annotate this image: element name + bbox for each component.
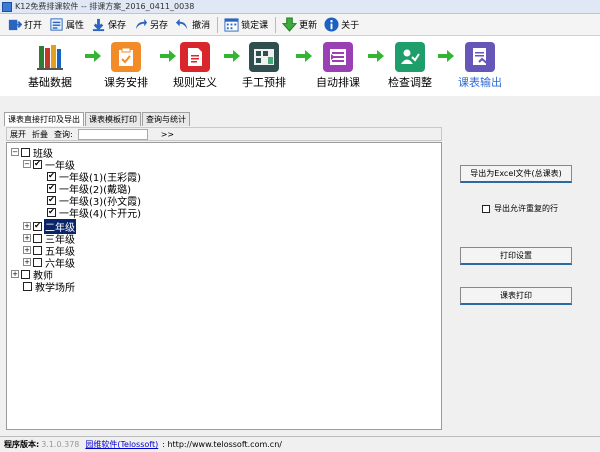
collapse-toggle[interactable]: − — [11, 148, 19, 156]
collapse-all-button[interactable]: 折叠 — [29, 129, 51, 140]
status-bar: 程序版本: 3.1.0.378 园维软件(Telossoft) : http:/… — [0, 436, 600, 452]
checkbox-unchecked[interactable] — [23, 281, 32, 291]
workflow-step-timetable-output[interactable]: 课表输出 — [445, 42, 515, 90]
workflow-step-label: 基础数据 — [28, 76, 72, 89]
undo-button[interactable]: 撤消 — [172, 15, 213, 35]
checkbox-checked[interactable]: ✔ — [33, 159, 42, 169]
save-arrow-icon — [92, 18, 105, 32]
version-label: 程序版本: — [4, 440, 40, 449]
workflow-step-label: 课表输出 — [458, 76, 502, 89]
print-settings-button[interactable]: 打印设置 — [460, 247, 572, 265]
people-check-icon — [395, 42, 425, 72]
toolbar-separator — [217, 16, 219, 33]
app-icon — [2, 1, 12, 12]
tree-node-venues[interactable]: 教学场所 — [23, 280, 76, 294]
tab-template-print[interactable]: 课表模板打印 — [85, 112, 141, 126]
checkbox-checked[interactable]: ✔ — [47, 207, 56, 217]
checkbox-unchecked[interactable] — [482, 204, 490, 213]
checkbox-unchecked[interactable] — [33, 245, 42, 255]
workflow-step-manual-pre[interactable]: 手工预排 — [229, 42, 299, 90]
info-icon — [324, 17, 339, 32]
document-icon — [180, 42, 210, 72]
lock-course-button[interactable]: 锁定课 — [221, 15, 271, 35]
tab-direct-print-export[interactable]: 课表直接打印及导出 — [4, 112, 84, 126]
collapse-toggle[interactable]: − — [23, 160, 31, 168]
update-download-icon — [282, 17, 298, 32]
website-url: : http://www.telossoft.com.cn/ — [162, 440, 282, 449]
version-value: 3.1.0.378 — [41, 440, 80, 449]
save-button[interactable]: 保存 — [88, 15, 129, 35]
auto-schedule-icon — [323, 42, 353, 72]
export-duplicates-option[interactable]: 导出允许重复的行 — [482, 203, 558, 214]
checkbox-checked[interactable]: ✔ — [47, 195, 56, 205]
clipboard-icon — [111, 42, 141, 72]
expand-toggle[interactable]: + — [23, 222, 31, 230]
calendar-lock-icon — [224, 18, 239, 32]
window-title: K12免费排课软件 -- 排课方案_2016_0411_0038 — [15, 2, 195, 11]
expand-toggle[interactable]: + — [23, 246, 31, 254]
checkbox-unchecked[interactable] — [21, 147, 30, 157]
properties-icon — [50, 18, 63, 31]
workflow-step-check-adjust[interactable]: 检查调整 — [375, 42, 445, 90]
export-excel-button[interactable]: 导出为Excel文件(总课表) — [460, 165, 572, 183]
checkbox-checked[interactable]: ✔ — [47, 171, 56, 181]
checkbox-checked[interactable]: ✔ — [47, 183, 56, 193]
title-bar: K12免费排课软件 -- 排课方案_2016_0411_0038 — [0, 0, 600, 14]
search-input[interactable] — [77, 128, 148, 140]
save-as-button[interactable]: 另存 — [130, 15, 171, 35]
print-timetable-button[interactable]: 课表打印 — [460, 287, 572, 305]
toolbar: 打开 属性 保存 另存 撤消 锁定课 更新 关于 — [0, 14, 600, 36]
undo-icon — [176, 18, 188, 30]
checkbox-unchecked[interactable] — [33, 257, 42, 267]
expand-toggle[interactable]: + — [23, 234, 31, 242]
workflow-step-basic-data[interactable]: 基础数据 — [15, 42, 85, 90]
search-label: 查询: — [54, 129, 73, 139]
expand-toggle[interactable]: + — [23, 258, 31, 266]
company-link[interactable]: 园维软件(Telossoft) — [85, 439, 158, 450]
tab-query-statistics[interactable]: 查询与统计 — [142, 112, 190, 126]
workflow-step-label: 检查调整 — [388, 76, 432, 89]
checkbox-checked[interactable]: ✔ — [33, 221, 42, 231]
properties-button[interactable]: 属性 — [46, 15, 87, 35]
save-as-icon — [135, 18, 148, 30]
workflow-step-course-tasks[interactable]: 课务安排 — [91, 42, 161, 90]
expand-all-button[interactable]: 展开 — [7, 129, 29, 140]
expand-toggle[interactable]: + — [11, 270, 19, 278]
more-button[interactable]: >> — [158, 130, 177, 139]
workflow-step-rules[interactable]: 规则定义 — [160, 42, 230, 90]
open-icon — [8, 19, 22, 31]
checkbox-unchecked[interactable] — [33, 233, 42, 243]
workflow-step-label: 自动排课 — [316, 76, 360, 89]
toolbar-separator — [275, 16, 277, 33]
export-panel: 导出为Excel文件(总课表) 导出允许重复的行 打印设置 课表打印 — [446, 142, 596, 430]
checkbox-unchecked[interactable] — [21, 269, 30, 279]
about-button[interactable]: 关于 — [321, 15, 362, 35]
timetable-output-icon — [465, 42, 495, 72]
manual-board-icon — [249, 42, 279, 72]
class-tree[interactable]: − 班级 − ✔ 一年级 ✔ 一年级(1)(王彩霞) ✔ 一年级(2)(戴璐) … — [6, 142, 442, 430]
update-button[interactable]: 更新 — [279, 15, 320, 35]
workflow-step-label: 手工预排 — [242, 76, 286, 89]
books-icon — [35, 42, 65, 72]
tree-toolbar: 展开 折叠 查询: >> — [6, 127, 442, 141]
workflow-step-label: 规则定义 — [173, 76, 217, 89]
tab-strip: 课表直接打印及导出 课表模板打印 查询与统计 — [4, 112, 191, 126]
tree-node-class[interactable]: ✔ 一年级(4)(卞开元) — [47, 206, 142, 220]
workflow-step-label: 课务安排 — [104, 76, 148, 89]
workflow-step-auto-schedule[interactable]: 自动排课 — [303, 42, 373, 90]
open-button[interactable]: 打开 — [4, 15, 45, 35]
workflow-strip: 基础数据 课务安排 规则定义 手工预排 自动排课 检查调整 课表输出 — [0, 36, 600, 96]
